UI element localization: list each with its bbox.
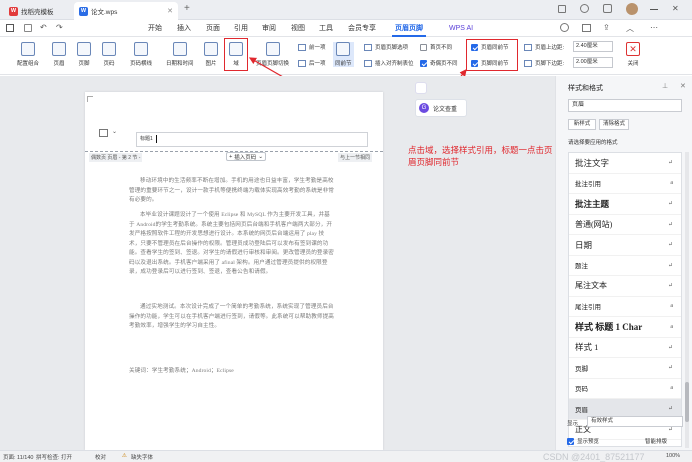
spell-check-toggle[interactable]: 拼写检查: 打开	[36, 453, 72, 461]
document-page[interactable]: ⌄ 标题1 偶数页 页眉 - 第 2 节 - + 插入页码 ⌄ 与上一节相同 移动环…	[85, 92, 383, 450]
style-item-name: 批注文字	[575, 157, 610, 168]
header-field-text: 标题1	[140, 136, 153, 142]
missing-font-button[interactable]: 缺失字体	[131, 453, 153, 461]
new-style-button[interactable]: 新样式	[568, 119, 596, 130]
style-item[interactable]: 样式 1 ↵	[569, 338, 681, 358]
paper-check-label: 论文查重	[433, 106, 458, 113]
style-item[interactable]: 普通(网站) ↵	[569, 215, 681, 235]
scrollbar-thumb[interactable]	[685, 382, 689, 422]
checkbox-icon	[567, 437, 574, 445]
style-item-name: 批注主题	[575, 198, 610, 209]
styles-panel-title: 样式和格式	[568, 85, 603, 92]
header-label: 偶数页 页眉 - 第 2 节 -	[89, 153, 143, 162]
preview-label: 显示预览	[577, 439, 600, 445]
intelligent-layout-button[interactable]: 智能排版	[645, 437, 667, 445]
page-corner-mark	[87, 96, 93, 102]
warning-icon: ⚠	[122, 453, 127, 459]
style-item-name: 题注	[575, 263, 588, 271]
style-item[interactable]: 批注主题 ↵	[569, 194, 681, 215]
style-type-icon: ↵	[667, 242, 673, 249]
style-item-name: 尾注引用	[575, 304, 601, 312]
insert-page-label: 插入页码	[234, 154, 257, 161]
style-item[interactable]: 日期 ↵	[569, 235, 681, 256]
style-item-name: 尾注文本	[575, 281, 607, 291]
insert-page-number-button[interactable]: + 插入页码 ⌄	[226, 152, 266, 161]
clear-format-button[interactable]: 清除格式	[599, 119, 629, 130]
style-type-icon: ↵	[667, 160, 673, 167]
style-type-icon: ↵	[667, 221, 673, 228]
chevron-down-icon: ⌄	[258, 153, 263, 160]
style-type-icon: ↵	[667, 344, 673, 351]
keywords: 关键词：学生考勤系统；Android；Eclipse	[129, 368, 234, 374]
instruction-annotation: 点击域，选择样式引用，标题一点击页眉页脚同前节	[408, 145, 553, 167]
proofread-button[interactable]: 校对	[95, 453, 106, 461]
same-as-previous-label: 与上一节相同	[338, 153, 373, 162]
style-type-icon: ↵	[667, 201, 673, 208]
current-style-field[interactable]: 页眉	[568, 99, 682, 112]
insert-page-plus-icon: +	[229, 153, 233, 160]
style-list: 批注文字 ↵ 批注引用 a 批注主题 ↵ 普通(网站) ↵ 日期 ↵ 题注 ↵ 尾注文本 ↵ 尾注引用 a 样式…	[568, 152, 682, 447]
style-item[interactable]: 批注引用 a	[569, 174, 681, 194]
status-bar: 页面: 11/140 拼写检查: 打开 校对 ⚠ 缺失字体 CSDN @2401…	[0, 450, 692, 462]
style-type-icon: ↵	[667, 283, 673, 290]
style-item-name: 普通(网站)	[575, 219, 613, 229]
style-item[interactable]: 尾注引用 a	[569, 297, 681, 317]
page-indicator[interactable]: 页面: 11/140	[3, 453, 33, 461]
style-type-icon: a	[670, 303, 673, 310]
style-item-name: 样式 1	[575, 342, 599, 353]
panel-close-icon[interactable]: ✕	[680, 82, 686, 90]
pin-icon[interactable]: ⊥	[662, 82, 668, 90]
style-item-name: 日期	[575, 239, 593, 250]
style-item[interactable]: 批注文字 ↵	[569, 153, 681, 174]
ai-side-icon[interactable]	[415, 82, 427, 94]
style-item-name: 批注引用	[575, 181, 601, 189]
style-item-name: 页码	[575, 386, 588, 394]
style-item-name: 样式 标题 1 Char	[575, 322, 643, 333]
style-type-icon: ↵	[667, 406, 673, 413]
paragraph-2: 本毕业设计课题设计了一个使用 Eclipse 和 MySQL 作为主要开发工具，…	[129, 212, 334, 275]
styles-panel: 样式和格式 ⊥ ✕ 页眉 新样式 清除格式 请选择要应用的格式 批注文字 ↵ 批注引…	[555, 76, 692, 450]
apply-format-label: 请选择要应用的格式	[568, 140, 618, 146]
style-list-scrollbar[interactable]	[685, 152, 689, 448]
show-label: 显示	[567, 421, 579, 427]
preview-checkbox[interactable]: 显示预览	[567, 437, 599, 445]
style-item[interactable]: 页脚 ↵	[569, 358, 681, 379]
style-item[interactable]: 样式 标题 1 Char a	[569, 317, 681, 338]
style-item[interactable]: 页码 a	[569, 379, 681, 399]
dropdown-icon[interactable]: ⌄	[112, 128, 117, 135]
paragraph-3: 通过实地测试。本次设计完成了一个简单的考勤系统，系统实现了管理员后台操作的功能，…	[129, 304, 334, 329]
style-item-name: 页脚	[575, 365, 588, 373]
style-type-icon: ↵	[667, 262, 673, 269]
header-field[interactable]: 标题1	[136, 132, 368, 147]
style-type-icon: a	[670, 323, 673, 330]
text-cursor	[156, 135, 157, 143]
style-item-name: 页眉	[575, 406, 588, 414]
style-type-icon: a	[670, 180, 673, 187]
style-item[interactable]: 尾注文本 ↵	[569, 276, 681, 297]
table-layout-icon[interactable]	[99, 129, 108, 137]
style-type-icon: ↵	[667, 365, 673, 372]
paragraph-1: 移动环境中的生活频率不断在增加。手机的用途也日益丰富，学生考勤是高校管理的重要环…	[129, 178, 334, 203]
paper-check-icon: G	[419, 103, 429, 113]
csdn-watermark: CSDN @2401_87521177	[543, 452, 645, 462]
paper-check-button[interactable]: G 论文查重	[415, 99, 467, 117]
zoom-level[interactable]: 100%	[666, 453, 680, 459]
style-item[interactable]: 题注 ↵	[569, 256, 681, 276]
style-type-icon: a	[670, 385, 673, 392]
show-select[interactable]: 有效样式	[587, 416, 683, 427]
